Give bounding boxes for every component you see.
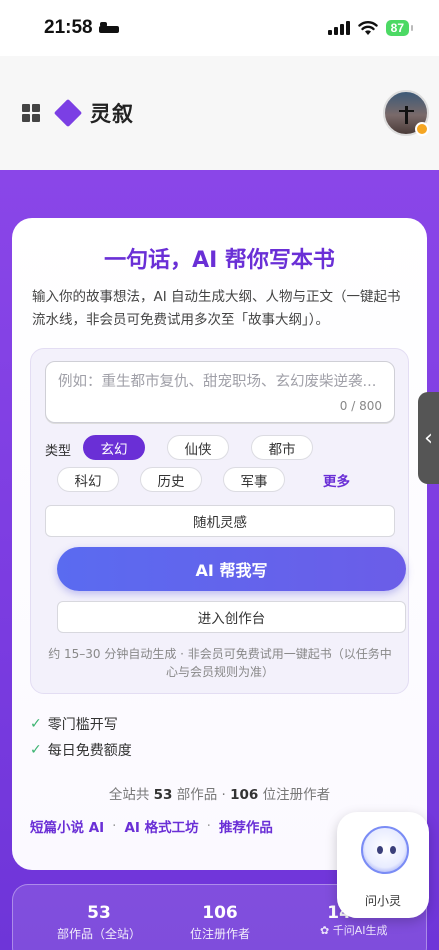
check-icon: ✓ [30, 742, 42, 758]
wifi-icon [357, 21, 378, 35]
status-bar: 21:58 87 [0, 0, 439, 56]
more-genres-link[interactable]: 更多 [323, 470, 350, 490]
feature-label: 每日免费额度 [47, 743, 132, 759]
link-recommended[interactable]: 推荐作品 [219, 816, 273, 836]
separator: · [206, 818, 211, 834]
works-count: 53 [153, 787, 173, 803]
idea-input[interactable]: 例如：重生都市复仇、甜宠职场、玄幻废柴逆袭... 0 / 800 [45, 361, 395, 423]
assistant-button[interactable]: 问小灵 [337, 812, 429, 918]
genre-chip[interactable]: 都市 [251, 435, 313, 460]
status-indicators: 87 [327, 20, 414, 36]
stat-number: 106 [202, 903, 238, 923]
clock: 21:58 [44, 17, 93, 38]
site-stats: 全站共 53 部作品 · 106 位注册作者 [12, 783, 427, 803]
app-header: 灵叙 [0, 56, 439, 170]
signal-icon [327, 21, 350, 35]
stats-prefix: 全站共 [108, 787, 150, 803]
ai-write-button[interactable]: AI 帮我写 [57, 547, 406, 591]
genre-label: 类型 [45, 444, 72, 459]
genre-chip[interactable]: 历史 [140, 467, 202, 492]
authors-unit: 位注册作者 [262, 787, 331, 803]
enter-studio-button[interactable]: 进入创作台 [57, 601, 406, 633]
char-counter: 0 / 800 [339, 399, 382, 413]
idea-form: 例如：重生都市复仇、甜宠职场、玄幻废柴逆袭... 0 / 800 类型 玄幻 仙… [30, 348, 409, 694]
menu-grid-icon[interactable] [22, 104, 40, 122]
assistant-label: 问小灵 [364, 894, 401, 908]
hero-title: 一句话，AI 帮你写本书 [104, 248, 335, 273]
feature-label: 零门槛开写 [47, 717, 118, 733]
feature-item: ✓ 零门槛开写 [30, 714, 118, 734]
app-name: 灵叙 [90, 102, 134, 126]
link-format-workshop[interactable]: AI 格式工坊 [124, 816, 198, 836]
check-icon: ✓ [30, 716, 42, 732]
separator: · [112, 818, 117, 834]
status-time: 21:58 [44, 17, 119, 39]
side-drawer-handle[interactable]: ‹ [418, 392, 439, 484]
genre-chip[interactable]: 仙侠 [167, 435, 229, 460]
genre-chip[interactable]: 军事 [223, 467, 285, 492]
hero-description: 输入你的故事想法，AI 自动生成大纲、人物与正文（一键起书流水线，非会员可免费试… [32, 289, 401, 328]
random-inspiration-button[interactable]: 随机灵感 [45, 505, 395, 537]
watermark: ✿ 千问AI生成 [320, 924, 388, 937]
hero-card: 一句话，AI 帮你写本书 输入你的故事想法，AI 自动生成大纲、人物与正文（一键… [12, 218, 427, 870]
link-short-novel[interactable]: 短篇小说 AI [30, 816, 104, 836]
avatar[interactable] [383, 90, 429, 136]
stat-label: 部作品（全站） [56, 927, 141, 941]
stat-works: 53 部作品（全站） [39, 903, 159, 942]
feature-item: ✓ 每日免费额度 [30, 740, 132, 760]
robot-icon [361, 826, 409, 874]
notification-dot [415, 122, 429, 136]
stat-number: 53 [87, 903, 111, 923]
stat-label: 位注册作者 [189, 927, 250, 941]
logo-icon [53, 98, 83, 128]
watermark-text: 千问AI生成 [332, 924, 388, 937]
genre-chip[interactable]: 玄幻 [83, 435, 145, 460]
avatar-figure [399, 106, 414, 124]
stat-authors: 106 位注册作者 [160, 903, 280, 942]
authors-count: 106 [230, 787, 259, 803]
quick-links: 短篇小说 AI · AI 格式工坊 · 推荐作品 [30, 816, 273, 836]
works-unit: 部作品 · [176, 787, 226, 803]
bed-icon [98, 22, 119, 34]
battery-indicator: 87 [385, 20, 414, 36]
genre-chip[interactable]: 科幻 [57, 467, 119, 492]
generation-note: 约 15–30 分钟自动生成 · 非会员可免费试用一键起书（以任务中心与会员规则… [48, 647, 392, 679]
chevron-left-icon: ‹ [424, 425, 433, 451]
idea-input-placeholder: 例如：重生都市复仇、甜宠职场、玄幻废柴逆袭... [58, 374, 377, 390]
